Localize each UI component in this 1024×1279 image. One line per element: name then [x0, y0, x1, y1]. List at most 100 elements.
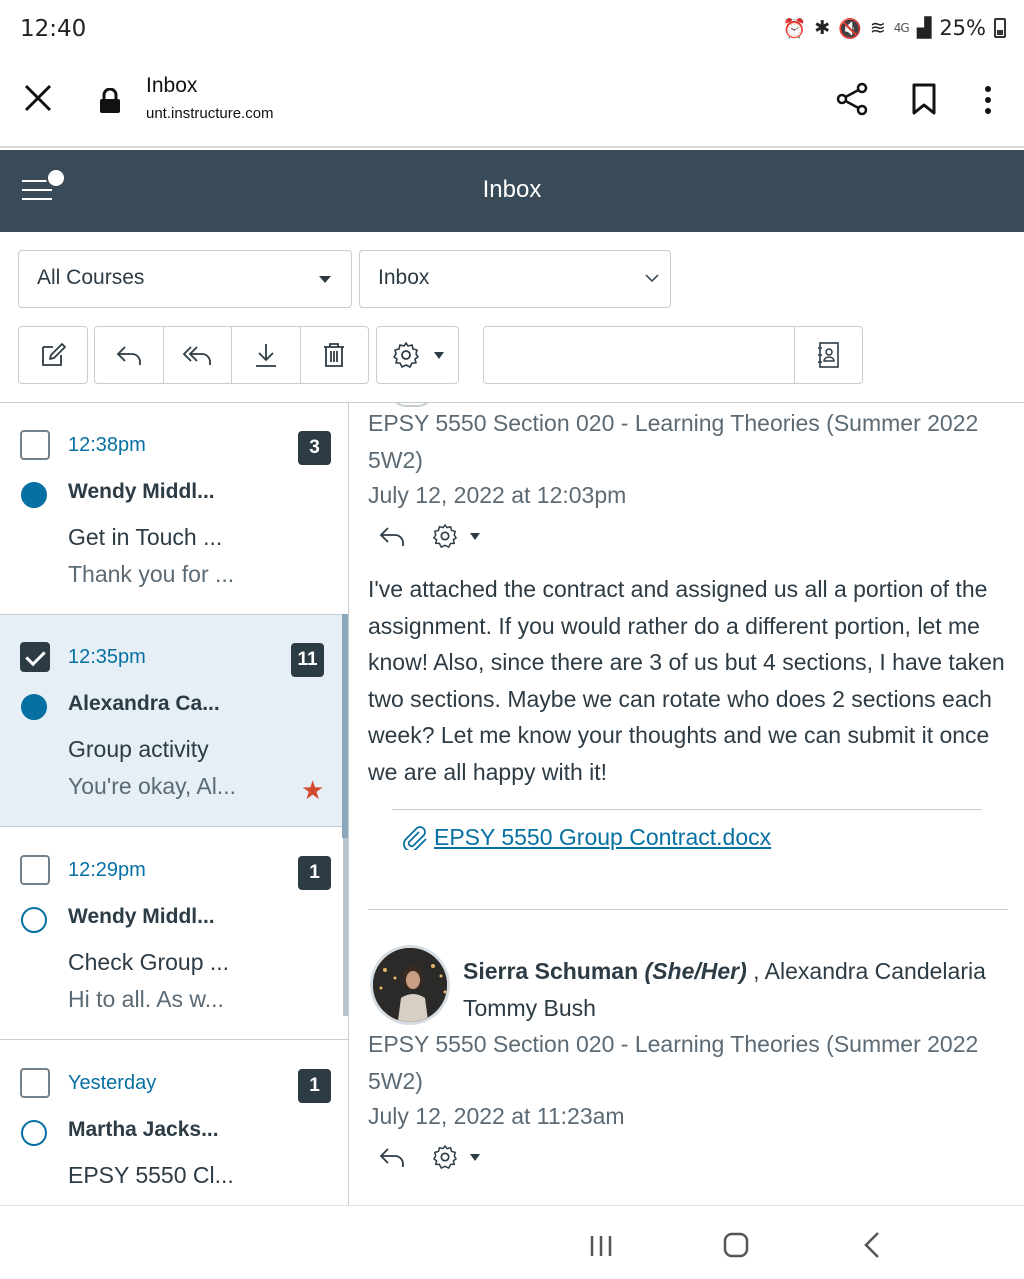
caret-down-icon: [433, 351, 444, 359]
mailbox-filter-select[interactable]: Inbox: [359, 250, 671, 308]
gear-icon: [433, 1145, 457, 1169]
address-book-button[interactable]: [794, 327, 862, 383]
trash-icon: [324, 343, 345, 367]
wifi-icon: ≋: [869, 17, 886, 39]
reply-icon: [116, 346, 141, 365]
message-participants: Sierra Schuman (She/Her) , Alexandra Can…: [463, 953, 1003, 1027]
conversation-preview: You're okay, Al...: [68, 773, 237, 799]
conversation-checkbox[interactable]: [20, 855, 50, 885]
conversation-item[interactable]: 12:38pm 3 Wendy Middl... Get in Touch ..…: [0, 403, 348, 615]
caret-down-icon: [470, 1153, 480, 1161]
gear-icon: [433, 524, 457, 548]
back-icon[interactable]: [862, 1230, 882, 1260]
battery-level: 25%: [939, 16, 986, 40]
lock-icon: [100, 88, 120, 113]
reply-icon[interactable]: [378, 1145, 406, 1169]
close-icon[interactable]: [22, 82, 54, 114]
message-date: July 12, 2022 at 12:03pm: [368, 482, 627, 508]
more-options-icon[interactable]: [980, 84, 996, 116]
conversation-author: Alexandra Ca...: [68, 692, 220, 715]
conversation-subject: EPSY 5550 Cl...: [68, 1162, 234, 1188]
delete-button[interactable]: [301, 327, 369, 383]
message-actions: [378, 521, 480, 551]
conversation-subject: Group activity: [68, 736, 209, 762]
conversation-subject: Check Group ...: [68, 949, 230, 975]
reply-button[interactable]: [95, 327, 164, 383]
message-actions-group: [94, 326, 369, 384]
message-settings-button[interactable]: [432, 523, 480, 549]
mute-icon: 🔇: [838, 17, 862, 40]
archive-button[interactable]: [232, 327, 301, 383]
sender-pronouns: (She/Her): [644, 958, 747, 984]
message-count-badge: 1: [298, 856, 331, 890]
search-box: [483, 326, 863, 384]
conversation-checkbox[interactable]: [20, 430, 50, 460]
conversation-subject: Get in Touch ...: [68, 524, 223, 550]
status-time: 12:40: [20, 16, 87, 42]
browser-page-title: Inbox: [146, 74, 198, 97]
avatar: [370, 945, 450, 1025]
reply-all-button[interactable]: [164, 327, 232, 383]
share-icon[interactable]: [836, 82, 868, 116]
message-date: July 12, 2022 at 11:23am: [368, 1103, 625, 1129]
message-detail: EPSY 5550 Section 020 - Learning Theorie…: [350, 403, 1024, 1205]
recent-apps-icon[interactable]: [588, 1234, 614, 1258]
conversation-time: Yesterday: [68, 1072, 157, 1094]
caret-down-icon: [319, 276, 331, 283]
system-nav-bar: [0, 1205, 1024, 1279]
network-type: 4G: [893, 21, 910, 35]
page-title: Inbox: [482, 176, 542, 203]
battery-icon: [994, 18, 1006, 38]
message-course: EPSY 5550 Section 020 - Learning Theorie…: [368, 410, 979, 473]
star-icon[interactable]: ★: [301, 775, 324, 806]
sender-name: Sierra Schuman: [463, 958, 639, 984]
reply-icon[interactable]: [378, 524, 406, 548]
alarm-icon: ⏰: [782, 17, 807, 40]
message-count-badge: 11: [291, 643, 324, 677]
compose-icon: [42, 343, 66, 366]
browser-url[interactable]: unt.instructure.com: [146, 105, 274, 122]
conversation-item[interactable]: Yesterday 1 Martha Jacks... EPSY 5550 Cl…: [0, 1041, 348, 1205]
read-indicator[interactable]: [21, 907, 47, 933]
mailbox-filter-value: Inbox: [378, 266, 430, 289]
address-book-icon: [817, 342, 839, 368]
conversation-checkbox[interactable]: [20, 642, 50, 672]
chevron-down-icon: [645, 274, 659, 283]
conversation-item[interactable]: 12:29pm 1 Wendy Middl... Check Group ...…: [0, 828, 348, 1040]
course-filter-value: All Courses: [37, 266, 145, 289]
paperclip-icon: [403, 825, 427, 850]
message-body: I've attached the contract and assigned …: [368, 576, 1005, 785]
message-actions: [378, 1142, 480, 1172]
message-settings-button[interactable]: [432, 1144, 480, 1170]
download-icon: [255, 344, 276, 367]
attachment-link[interactable]: EPSY 5550 Group Contract.docx: [402, 824, 771, 851]
conversation-item-selected[interactable]: 12:35pm 11 Alexandra Ca... Group activit…: [0, 615, 348, 827]
selected-row-indicator: [342, 614, 348, 838]
compose-button[interactable]: [18, 326, 88, 384]
conversation-time: 12:35pm: [68, 646, 146, 668]
conversation-author: Martha Jacks...: [68, 1118, 219, 1141]
avatar-photo: [373, 948, 447, 1022]
conversation-preview: Hi to all. As w...: [68, 986, 224, 1012]
search-input[interactable]: [484, 327, 794, 383]
settings-menu-button[interactable]: [376, 326, 459, 384]
caret-down-icon: [470, 532, 480, 540]
unread-indicator[interactable]: [21, 482, 47, 508]
read-indicator[interactable]: [21, 1120, 47, 1146]
message-course: EPSY 5550 Section 020 - Learning Theorie…: [368, 1031, 979, 1094]
conversation-author: Wendy Middl...: [68, 905, 215, 928]
bluetooth-icon: ✱: [814, 17, 831, 39]
reply-all-icon: [182, 346, 212, 365]
attachment-divider: [392, 809, 982, 810]
attachment-filename: EPSY 5550 Group Contract.docx: [434, 824, 772, 850]
course-filter-select[interactable]: All Courses: [18, 250, 352, 308]
message-separator: [368, 909, 1008, 910]
conversation-list: 12:38pm 3 Wendy Middl... Get in Touch ..…: [0, 403, 349, 1205]
conversation-checkbox[interactable]: [20, 1068, 50, 1098]
gear-icon: [392, 342, 419, 368]
unread-indicator[interactable]: [21, 694, 47, 720]
status-icons: ⏰ ✱ 🔇 ≋ 4G ▟ 25%: [783, 16, 1006, 40]
bookmark-icon[interactable]: [910, 82, 938, 116]
status-bar: 12:40 ⏰ ✱ 🔇 ≋ 4G ▟ 25%: [0, 0, 1024, 60]
home-icon[interactable]: [722, 1230, 750, 1260]
